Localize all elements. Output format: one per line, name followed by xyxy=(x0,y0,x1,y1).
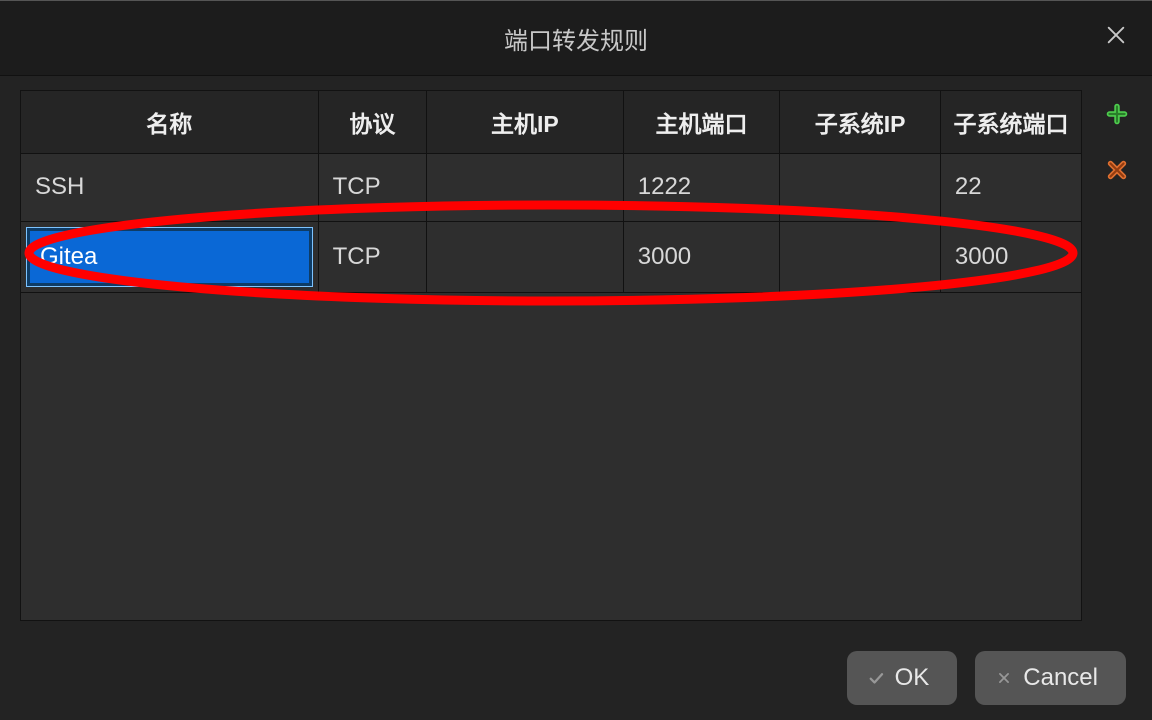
close-icon xyxy=(1105,24,1127,52)
col-header-subsystem-ip[interactable]: 子系统IP xyxy=(780,91,941,153)
col-header-host-ip[interactable]: 主机IP xyxy=(427,91,624,153)
table-row[interactable]: TCP 3000 3000 xyxy=(21,221,1081,292)
dialog-content: 名称 协议 主机IP 主机端口 子系统IP 子系统端口 SSH TCP 1222 xyxy=(0,76,1152,635)
dialog-title: 端口转发规则 xyxy=(504,21,648,56)
cancel-button[interactable]: Cancel xyxy=(975,651,1126,705)
table-row[interactable]: SSH TCP 1222 22 xyxy=(21,153,1081,221)
cell-host-ip[interactable] xyxy=(427,221,624,292)
cell-subsystem-port[interactable]: 22 xyxy=(940,153,1081,221)
dialog-footer: OK Cancel xyxy=(0,635,1152,720)
port-forwarding-dialog: 端口转发规则 名称 协议 主机IP 主机端口 子系统IP xyxy=(0,0,1152,720)
titlebar: 端口转发规则 xyxy=(0,1,1152,76)
col-header-protocol[interactable]: 协议 xyxy=(318,91,426,153)
table-sidebar xyxy=(1082,90,1152,621)
cell-subsystem-ip[interactable] xyxy=(780,153,941,221)
name-input-wrap[interactable] xyxy=(27,228,312,286)
cell-name-editing[interactable] xyxy=(21,221,318,292)
rules-table: 名称 协议 主机IP 主机端口 子系统IP 子系统端口 SSH TCP 1222 xyxy=(21,91,1081,293)
col-header-subsystem-port[interactable]: 子系统端口 xyxy=(940,91,1081,153)
close-button[interactable] xyxy=(1100,22,1132,54)
col-header-name[interactable]: 名称 xyxy=(21,91,318,153)
col-header-host-port[interactable]: 主机端口 xyxy=(623,91,780,153)
cell-host-port[interactable]: 1222 xyxy=(623,153,780,221)
remove-rule-icon xyxy=(1104,157,1130,189)
cell-host-port[interactable]: 3000 xyxy=(623,221,780,292)
x-icon xyxy=(995,671,1013,685)
add-rule-icon xyxy=(1104,101,1130,133)
cell-subsystem-ip[interactable] xyxy=(780,221,941,292)
cell-protocol[interactable]: TCP xyxy=(318,153,426,221)
ok-button-label: OK xyxy=(895,664,930,692)
cell-protocol[interactable]: TCP xyxy=(318,221,426,292)
cancel-button-label: Cancel xyxy=(1023,664,1098,692)
check-icon xyxy=(867,669,885,687)
cell-host-ip[interactable] xyxy=(427,153,624,221)
ok-button[interactable]: OK xyxy=(847,651,958,705)
table-header-row: 名称 协议 主机IP 主机端口 子系统IP 子系统端口 xyxy=(21,91,1081,153)
name-input[interactable] xyxy=(40,243,299,271)
rules-table-wrap: 名称 协议 主机IP 主机端口 子系统IP 子系统端口 SSH TCP 1222 xyxy=(20,90,1082,621)
remove-rule-button[interactable] xyxy=(1102,158,1132,188)
add-rule-button[interactable] xyxy=(1102,102,1132,132)
cell-name[interactable]: SSH xyxy=(21,153,318,221)
cell-subsystem-port[interactable]: 3000 xyxy=(940,221,1081,292)
